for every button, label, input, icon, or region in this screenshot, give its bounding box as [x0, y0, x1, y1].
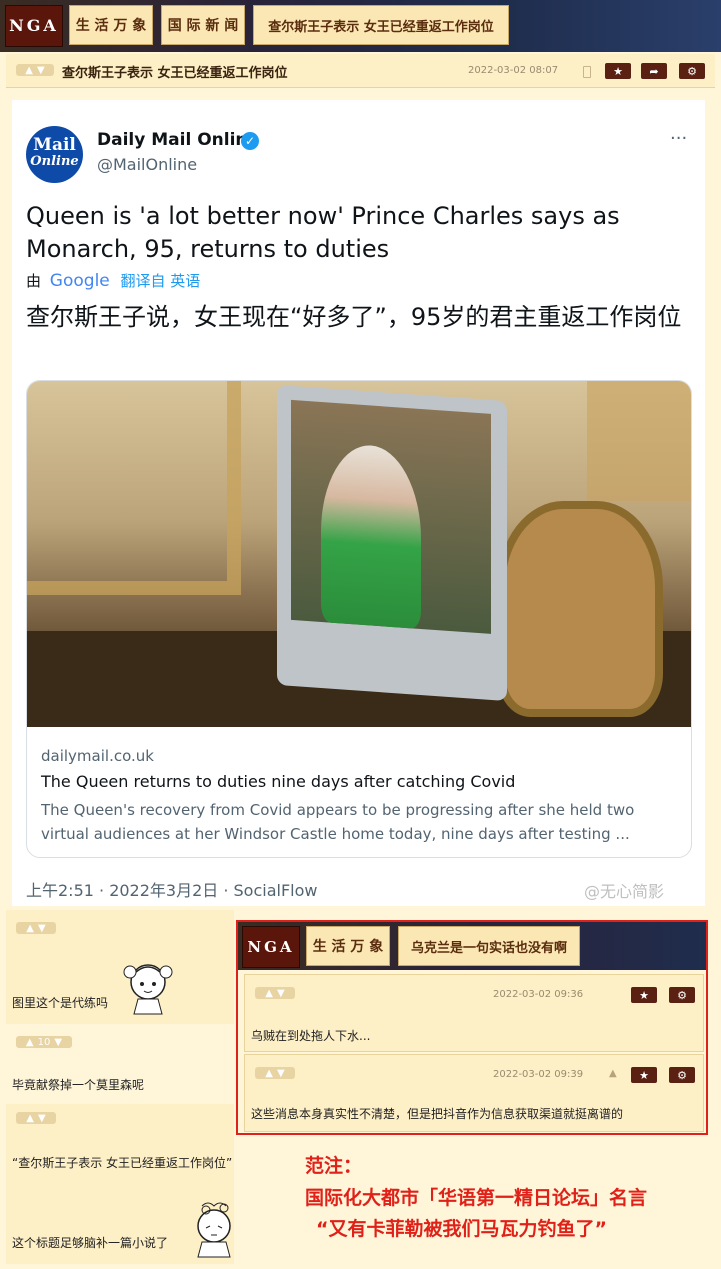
link-card[interactable]: dailymail.co.uk The Queen returns to dut…: [26, 380, 692, 858]
tweet-card: Mail Online Daily Mail Online ✓ @MailOnl…: [12, 100, 705, 906]
tweet-footer: 上午2:51 · 2022年3月2日 · SocialFlow: [26, 881, 318, 900]
screen-display: [291, 399, 491, 634]
settings-icon[interactable]: ⚙: [669, 1067, 695, 1083]
tab-life[interactable]: 生 活 万 象: [69, 5, 153, 45]
screen-device: [277, 384, 507, 702]
device-icon: [583, 66, 591, 78]
vote-buttons[interactable]: ▲ ▼: [16, 922, 56, 934]
star-icon[interactable]: ★: [631, 1067, 657, 1083]
note-line-3: “又有卡菲勒被我们马瓦力钓鱼了”: [316, 1218, 607, 1240]
mascot-sticker: [184, 1200, 244, 1258]
share-icon[interactable]: ➦: [641, 63, 667, 79]
thumbs-down-icon[interactable]: ▼: [277, 1068, 285, 1079]
wall-panel: [587, 381, 691, 501]
card-description: The Queen's recovery from Covid appears …: [41, 801, 635, 843]
post-header: ▲ ▼ 查尔斯王子表示 女王已经重返工作岗位 2022-03-02 08:07 ★…: [6, 54, 715, 88]
thumbs-up-icon[interactable]: ▲: [265, 988, 273, 999]
more-icon[interactable]: ···: [670, 128, 687, 149]
vote-buttons[interactable]: ▲ 10 ▼: [16, 1036, 72, 1048]
avatar-line2: Online: [30, 154, 79, 169]
vote-buttons[interactable]: ▲ ▼: [255, 1067, 295, 1079]
account-name[interactable]: Daily Mail Online: [97, 130, 259, 150]
nga-logo[interactable]: NGA: [5, 5, 63, 47]
watermark: @无心简影: [584, 882, 665, 901]
like-count: 10: [37, 1036, 51, 1048]
comment-text: 毕竟献祭掉一个莫里森呢: [12, 1078, 145, 1092]
star-icon[interactable]: ★: [631, 987, 657, 1003]
vote-buttons[interactable]: ▲ ▼: [255, 987, 295, 999]
queen-figure: [321, 442, 421, 630]
tweet-text-en: Queen is 'a lot better now' Prince Charl…: [26, 202, 620, 263]
thumbs-up-icon[interactable]: ▲: [26, 1113, 34, 1124]
reply-text: 这些消息本身真实性不清楚，但是把抖音作为信息获取渠道就挺离谱的: [251, 1107, 624, 1121]
thumbs-down-icon[interactable]: ▼: [37, 65, 45, 76]
embedded-screenshot: NGA 生 活 万 象 乌克兰是一句实话也没有啊 ▲ ▼ 2022-03-02 0…: [236, 920, 708, 1135]
reply-text: 乌贼在到处拖人下水...: [251, 1029, 371, 1043]
settings-icon[interactable]: ⚙: [669, 987, 695, 1003]
note-line-2: 国际化大都市「华语第一精日论坛」名言: [305, 1187, 648, 1209]
thumbs-up-icon[interactable]: ▲: [26, 1037, 34, 1048]
article-photo[interactable]: [27, 381, 691, 727]
google-logo: Google: [49, 271, 110, 291]
note-heading: 范注：: [305, 1155, 363, 1177]
embedded-nga-logo[interactable]: NGA: [242, 926, 300, 968]
tweet-text-zh: 查尔斯王子说，女王现在“好多了”，95岁的君主重返工作岗位: [26, 303, 682, 331]
vote-buttons[interactable]: ▲ ▼: [16, 64, 54, 76]
embedded-tab-life[interactable]: 生 活 万 象: [306, 926, 390, 966]
reply-timestamp: 2022-03-02 09:36: [493, 989, 584, 1000]
card-domain: dailymail.co.uk: [41, 747, 154, 765]
thumbs-up-icon[interactable]: ▲: [25, 65, 33, 76]
embedded-reply-2: ▲ ▼ 2022-03-02 09:39 ▲ ★ ⚙ 这些消息本身真实性不清楚，但…: [244, 1054, 704, 1132]
comment-text: 图里这个是代练吗: [12, 996, 109, 1010]
thumbs-down-icon[interactable]: ▼: [54, 1037, 62, 1048]
comment-text: 这个标题足够脑补一篇小说了: [12, 1236, 169, 1250]
tab-international-news[interactable]: 国 际 新 闻: [161, 5, 245, 45]
thumbs-down-icon[interactable]: ▼: [38, 923, 46, 934]
comment-3: ▲ ▼ “查尔斯王子表示 女王已经重返工作岗位” 这个标题足够脑补一篇小说了: [6, 1104, 234, 1264]
quoted-title: “查尔斯王子表示 女王已经重返工作岗位”: [12, 1156, 233, 1170]
thumbs-down-icon[interactable]: ▼: [38, 1113, 46, 1124]
translate-by: 由: [26, 272, 42, 290]
thumbs-up-icon[interactable]: ▲: [26, 923, 34, 934]
comment-1: ▲ ▼ 图里这个是代练吗: [6, 910, 234, 1024]
post-title: 查尔斯王子表示 女王已经重返工作岗位: [62, 66, 288, 81]
tab-thread-title[interactable]: 查尔斯王子表示 女王已经重返工作岗位: [253, 5, 509, 45]
star-icon[interactable]: ★: [605, 63, 631, 79]
gilded-frame: [27, 381, 241, 595]
avatar[interactable]: Mail Online: [26, 126, 83, 183]
account-handle[interactable]: @MailOnline: [97, 155, 197, 174]
thumbs-down-icon[interactable]: ▼: [277, 988, 285, 999]
comment-2: ▲ 10 ▼ 毕竟献祭掉一个莫里森呢: [6, 1026, 234, 1102]
reply-timestamp: 2022-03-02 09:39: [493, 1069, 584, 1080]
settings-icon[interactable]: ⚙: [679, 63, 705, 79]
translate-link[interactable]: 翻译自 英语: [121, 272, 201, 290]
card-title: The Queen returns to duties nine days af…: [41, 772, 516, 791]
embedded-tab-thread[interactable]: 乌克兰是一句实话也没有啊: [398, 926, 580, 966]
thumbs-up-icon[interactable]: ▲: [265, 1068, 273, 1079]
translation-row: 由 Google 翻译自 英语: [26, 270, 200, 291]
avatar-line1: Mail: [33, 135, 76, 155]
embedded-reply-1: ▲ ▼ 2022-03-02 09:36 ★ ⚙ 乌贼在到处拖人下水...: [244, 974, 704, 1052]
post-timestamp: 2022-03-02 08:07: [468, 65, 559, 76]
verified-icon: ✓: [241, 132, 259, 150]
mascot-sticker: [118, 958, 178, 1016]
android-icon: ▲: [609, 1068, 617, 1079]
chair: [497, 501, 663, 717]
vote-buttons[interactable]: ▲ ▼: [16, 1112, 56, 1124]
